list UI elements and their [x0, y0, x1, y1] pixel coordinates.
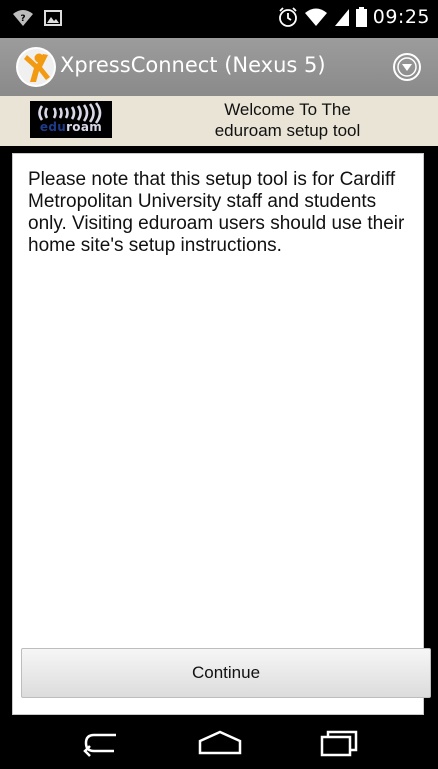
- signal-icon: [334, 9, 349, 26]
- home-icon[interactable]: [190, 723, 250, 763]
- recent-apps-icon[interactable]: [308, 723, 368, 763]
- screen: ? 09:25 XpressConnect (Nexus 5) eduroam …: [0, 0, 438, 769]
- back-icon[interactable]: [72, 723, 132, 763]
- battery-icon: [355, 7, 367, 27]
- eduroam-logo-text: eduroam: [39, 120, 103, 134]
- status-bar-system: 09:25: [278, 6, 430, 28]
- welcome-line-1: Welcome To The: [224, 100, 351, 119]
- app-title: XpressConnect (Nexus 5): [60, 53, 326, 77]
- svg-text:?: ?: [20, 14, 25, 24]
- content-panel: Please note that this setup tool is for …: [12, 153, 431, 715]
- eduroam-logo: eduroam: [30, 101, 112, 138]
- navigation-bar: [0, 717, 438, 769]
- wifi-icon: [304, 8, 327, 26]
- alarm-icon: [278, 7, 297, 27]
- action-bar: XpressConnect (Nexus 5): [0, 38, 438, 96]
- status-bar-notifications: ?: [12, 8, 62, 28]
- welcome-line-2: eduroam setup tool: [214, 121, 361, 140]
- welcome-heading: Welcome To The eduroam setup tool: [195, 99, 380, 141]
- xpressconnect-logo-icon: [16, 47, 56, 87]
- overflow-menu-icon[interactable]: [392, 52, 422, 82]
- continue-button[interactable]: Continue: [21, 648, 431, 698]
- wifi-question-icon: ?: [13, 10, 33, 26]
- status-bar: ? 09:25: [0, 0, 438, 38]
- notice-text: Please note that this setup tool is for …: [28, 169, 405, 256]
- image-notification-icon: [44, 10, 62, 26]
- header-strip: eduroam Welcome To The eduroam setup too…: [0, 96, 438, 146]
- status-clock: 09:25: [372, 6, 430, 28]
